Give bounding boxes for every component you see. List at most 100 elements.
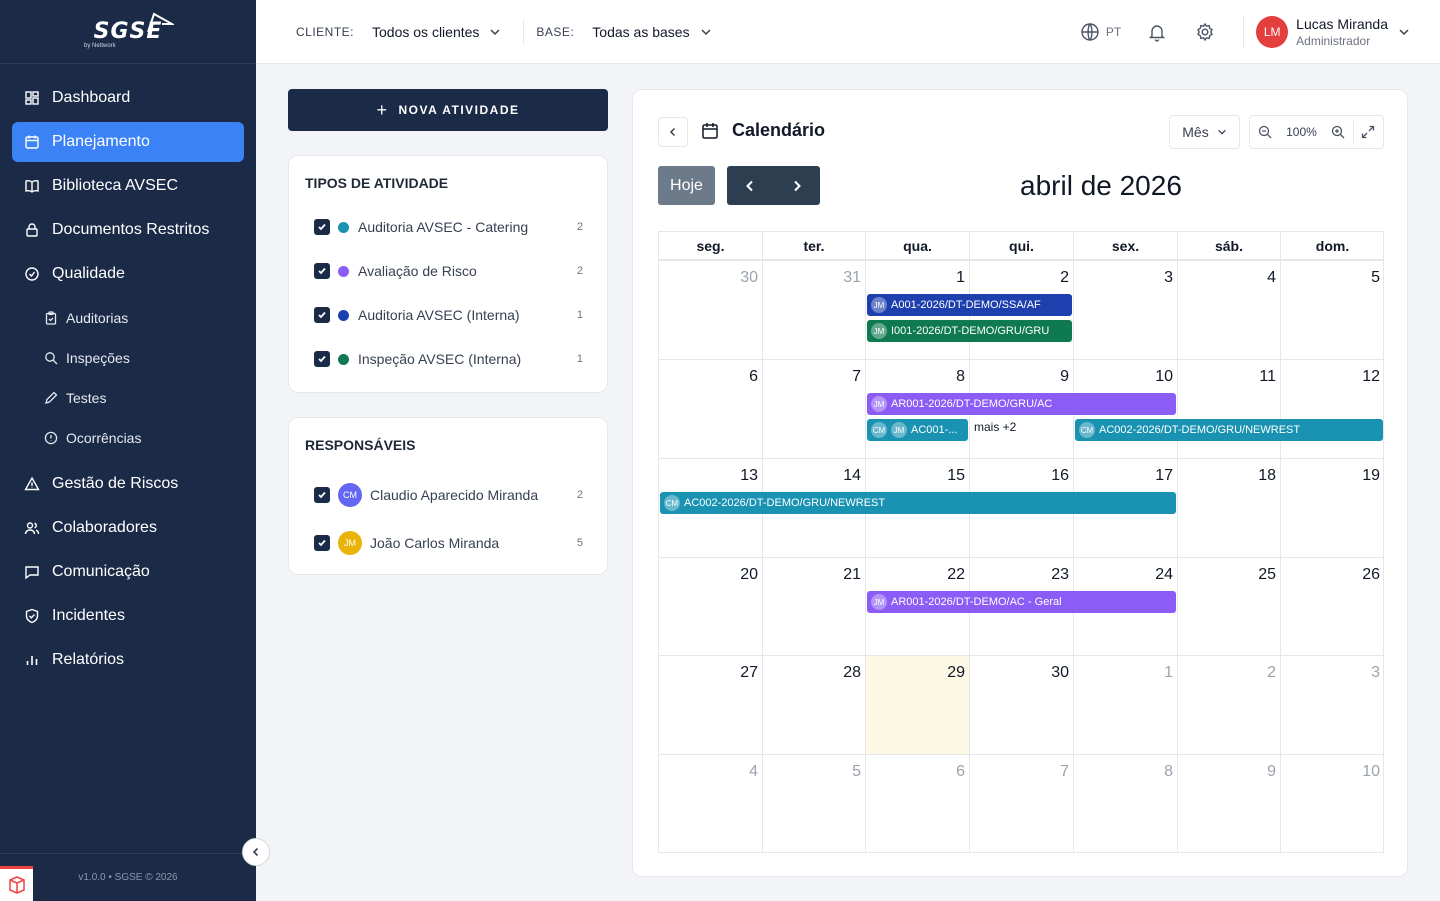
day-cell[interactable]: 26: [1280, 557, 1384, 656]
new-activity-button[interactable]: + NOVA ATIVIDADE: [288, 89, 608, 131]
checkbox[interactable]: [314, 351, 330, 367]
responsibles-title: RESPONSÁVEIS: [305, 437, 416, 453]
sidebar-item-incidentes[interactable]: Incidentes: [12, 596, 244, 636]
sidebar-item-dashboard[interactable]: Dashboard: [12, 78, 244, 118]
client-filter-label: CLIENTE:: [296, 24, 355, 39]
sidebar-item-riscos[interactable]: Gestão de Riscos: [12, 464, 244, 504]
logo[interactable]: SGSE by Nettwork: [0, 0, 256, 64]
language-selector[interactable]: PT: [1080, 22, 1121, 42]
back-button[interactable]: [658, 117, 688, 147]
sidebar-item-relatorios[interactable]: Relatórios: [12, 640, 244, 680]
sidebar-collapse-button[interactable]: [242, 838, 270, 866]
day-cell[interactable]: 3: [1073, 260, 1177, 359]
responsible-filter[interactable]: CM Claudio Aparecido Miranda 2: [289, 471, 607, 519]
day-cell[interactable]: 4: [658, 754, 762, 853]
calendar-event[interactable]: JM A001-2026/DT-DEMO/SSA/AF: [867, 294, 1072, 316]
day-cell[interactable]: 21: [762, 557, 865, 656]
activity-type-filter[interactable]: Avaliação de Risco 2: [289, 249, 607, 293]
corner-logo-icon[interactable]: [0, 866, 33, 901]
day-cell[interactable]: 18: [1177, 458, 1280, 557]
calendar-event[interactable]: CM AC002-2026/DT-DEMO/GRU/NEWREST: [660, 492, 1176, 514]
responsible-filter[interactable]: JM João Carlos Miranda 5: [289, 519, 607, 567]
day-cell[interactable]: 9: [1177, 754, 1280, 853]
sidebar-item-qualidade[interactable]: Qualidade: [12, 254, 244, 294]
calendar-event[interactable]: JM I001-2026/DT-DEMO/GRU/GRU: [867, 320, 1072, 342]
month-title: abril de 2026: [1020, 170, 1182, 201]
avatar: CM: [1079, 422, 1095, 438]
day-cell[interactable]: 8: [1073, 754, 1177, 853]
prev-month-button[interactable]: [727, 166, 774, 205]
activity-type-filter[interactable]: Auditoria AVSEC - Catering 2: [289, 205, 607, 249]
day-number: 9: [1060, 368, 1069, 385]
settings-button[interactable]: [1195, 22, 1215, 42]
sidebar-subitem-ocorrencias[interactable]: Ocorrências: [12, 418, 244, 458]
sidebar-item-label: Comunicação: [52, 563, 150, 580]
day-number: 31: [843, 269, 861, 286]
day-cell[interactable]: 11: [1177, 359, 1280, 458]
notifications-button[interactable]: [1147, 22, 1167, 42]
next-month-button[interactable]: [774, 166, 821, 205]
day-cell[interactable]: 12: [1280, 359, 1384, 458]
day-cell[interactable]: 2: [1177, 655, 1280, 754]
more-events-link[interactable]: mais +2: [974, 420, 1016, 434]
day-cell[interactable]: 10: [1280, 754, 1384, 853]
day-cell[interactable]: 19: [1280, 458, 1384, 557]
topbar-actions: PT LM Lucas Miranda Administrador: [1080, 0, 1410, 64]
base-filter-dropdown[interactable]: Todas as bases: [592, 24, 711, 40]
calendar-event[interactable]: CM JM AC001-...: [867, 419, 968, 441]
zoom-in-button[interactable]: [1324, 125, 1353, 139]
calendar-event[interactable]: JM AR001-2026/DT-DEMO/AC - Geral: [867, 591, 1176, 613]
user-info: Lucas Miranda Administrador: [1296, 16, 1388, 48]
day-cell[interactable]: 30: [658, 260, 762, 359]
sidebar-item-colaboradores[interactable]: Colaboradores: [12, 508, 244, 548]
checkbox[interactable]: [314, 535, 330, 551]
day-cell[interactable]: 27: [658, 655, 762, 754]
checkbox[interactable]: [314, 263, 330, 279]
activity-type-filter[interactable]: Auditoria AVSEC (Interna) 1: [289, 293, 607, 337]
avatar: LM: [1256, 16, 1289, 48]
day-cell[interactable]: 5: [762, 754, 865, 853]
day-cell[interactable]: 30: [969, 655, 1073, 754]
day-cell[interactable]: 20: [658, 557, 762, 656]
calendar-event[interactable]: JM AR001-2026/DT-DEMO/GRU/AC: [867, 393, 1176, 415]
sidebar-subitem-testes[interactable]: Testes: [12, 378, 244, 418]
view-select[interactable]: Mês: [1169, 115, 1240, 149]
day-cell[interactable]: 5: [1280, 260, 1384, 359]
today-button[interactable]: Hoje: [658, 166, 715, 205]
sidebar-subitem-inspecoes[interactable]: Inspeções: [12, 338, 244, 378]
fullscreen-button[interactable]: [1354, 125, 1383, 139]
day-cell[interactable]: 6: [658, 359, 762, 458]
responsible-name: João Carlos Miranda: [370, 535, 500, 551]
day-cell[interactable]: 4: [1177, 260, 1280, 359]
sidebar-item-biblioteca[interactable]: Biblioteca AVSEC: [12, 166, 244, 206]
calendar-card: Calendário Mês 100% Hoje abril de 2026 s…: [632, 89, 1408, 877]
day-number: 10: [1155, 368, 1173, 385]
day-cell[interactable]: 29: [865, 655, 969, 754]
sidebar-item-documentos[interactable]: Documentos Restritos: [12, 210, 244, 250]
sidebar-subitem-auditorias[interactable]: Auditorias: [12, 298, 244, 338]
topbar: CLIENTE: Todos os clientes BASE: Todas a…: [256, 0, 1440, 64]
user-menu[interactable]: LM Lucas Miranda Administrador: [1256, 16, 1410, 48]
day-number: 24: [1155, 566, 1173, 583]
sidebar-item-comunicacao[interactable]: Comunicação: [12, 552, 244, 592]
checkbox[interactable]: [314, 219, 330, 235]
calendar-icon: [702, 122, 718, 139]
day-cell[interactable]: 1: [1073, 655, 1177, 754]
zoom-out-button[interactable]: [1250, 125, 1279, 139]
day-cell[interactable]: 3: [1280, 655, 1384, 754]
checkbox[interactable]: [314, 487, 330, 503]
client-filter-dropdown[interactable]: Todos os clientes: [372, 24, 501, 40]
day-cell[interactable]: 6: [865, 754, 969, 853]
activity-type-filter[interactable]: Inspeção AVSEC (Interna) 1: [289, 337, 607, 381]
sidebar-item-label: Relatórios: [52, 651, 125, 668]
day-cell[interactable]: 28: [762, 655, 865, 754]
activity-types-list: Auditoria AVSEC - Catering 2 Avaliação de …: [289, 205, 607, 381]
day-cell[interactable]: 7: [762, 359, 865, 458]
checkbox[interactable]: [314, 307, 330, 323]
sidebar-item-planejamento[interactable]: Planejamento: [12, 122, 244, 162]
user-role: Administrador: [1296, 34, 1371, 48]
calendar-event[interactable]: CM AC002-2026/DT-DEMO/GRU/NEWREST: [1075, 419, 1383, 441]
day-cell[interactable]: 25: [1177, 557, 1280, 656]
day-cell[interactable]: 31: [762, 260, 865, 359]
day-cell[interactable]: 7: [969, 754, 1073, 853]
